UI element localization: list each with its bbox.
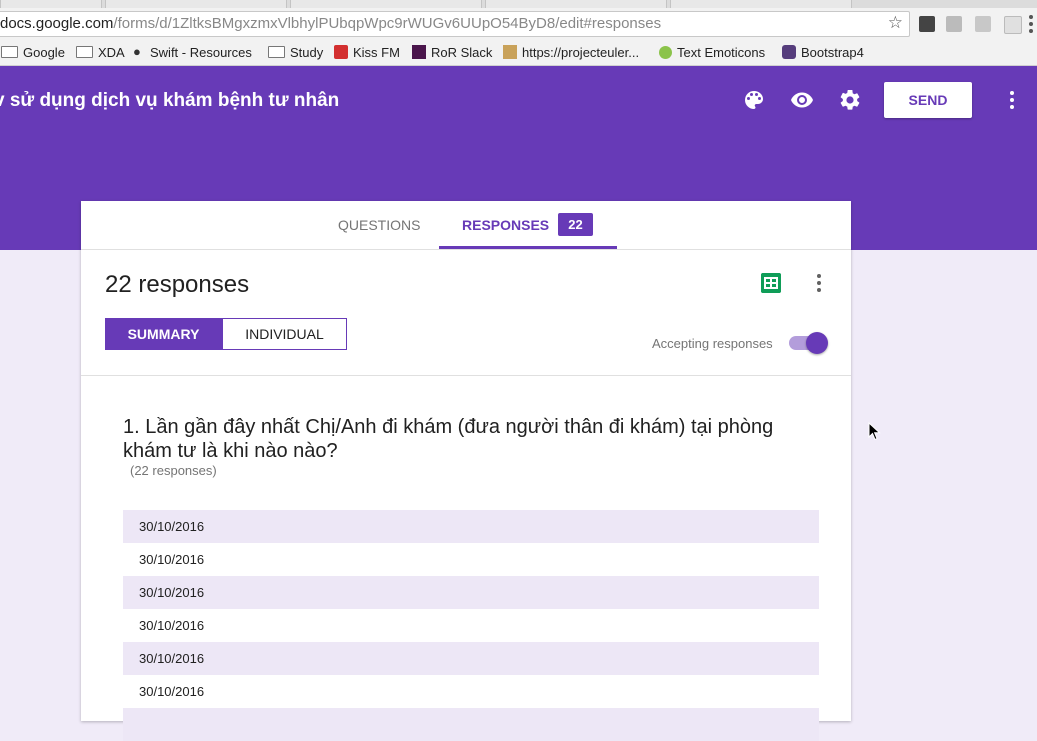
emoticon-icon	[659, 45, 672, 59]
responses-count-title: 22 responses	[105, 271, 250, 298]
folder-icon	[268, 46, 285, 58]
send-button[interactable]: SEND	[884, 82, 972, 118]
answer-row: 30/10/2016	[123, 510, 819, 543]
answer-row: 30/10/2016	[123, 642, 819, 675]
bookmark-xda[interactable]: XDA	[76, 44, 125, 60]
url-host: docs.google.com	[0, 15, 114, 32]
bookmark-google[interactable]: Google	[1, 44, 65, 60]
bookmark-kiss-fm[interactable]: Kiss FM	[334, 44, 400, 60]
answer-row	[123, 708, 819, 741]
palette-icon[interactable]	[742, 88, 766, 112]
answer-row: 30/10/2016	[123, 543, 819, 576]
responses-count-badge: 22	[558, 213, 593, 236]
bootstrap-icon	[782, 45, 796, 59]
browser-tab-strip	[0, 0, 1037, 9]
settings-gear-icon[interactable]	[838, 88, 862, 112]
folder-icon	[1, 46, 18, 58]
extension-icon[interactable]	[975, 16, 991, 32]
tab-questions[interactable]: QUESTIONS	[338, 217, 420, 233]
bookmark-ror-slack[interactable]: RoR Slack	[412, 44, 492, 60]
responses-header: 22 responses SUMMARY INDIVIDUAL Acceptin…	[81, 250, 851, 376]
view-toggle: SUMMARY INDIVIDUAL	[105, 318, 347, 350]
question-title: 1. Lần gần đây nhất Chị/Anh đi khám (đưa…	[123, 416, 774, 462]
address-bar: docs.google.com/forms/d/1ZltksBMgxzmxVlb…	[0, 8, 1037, 40]
project-euler-icon	[503, 45, 517, 59]
answer-row: 30/10/2016	[123, 675, 819, 708]
answer-row: 30/10/2016	[123, 609, 819, 642]
question-response-count: (22 responses)	[130, 463, 217, 478]
bookmarks-bar: Google XDA ● Swift - Resources Study Kiss…	[0, 40, 1037, 66]
extension-icon[interactable]	[946, 16, 962, 32]
individual-button[interactable]: INDIVIDUAL	[222, 318, 347, 350]
kiss-fm-icon	[334, 45, 348, 59]
more-options-icon[interactable]	[1010, 91, 1014, 112]
accepting-responses-toggle[interactable]	[806, 332, 828, 354]
bookmark-text-emoticons[interactable]: Text Emoticons	[659, 44, 765, 60]
summary-button[interactable]: SUMMARY	[105, 318, 222, 350]
bookmark-study[interactable]: Study	[268, 44, 323, 60]
form-title: v sử dụng dịch vụ khám bệnh tư nhân	[0, 90, 340, 111]
accepting-responses-label: Accepting responses	[652, 336, 773, 351]
active-tab-indicator	[439, 246, 617, 249]
preview-eye-icon[interactable]	[790, 88, 814, 112]
responses-more-icon[interactable]	[817, 274, 821, 295]
url-path: /forms/d/1ZltksBMgxzmxVlbhylPUbqpWpc9rWU…	[113, 15, 662, 32]
apple-icon: ●	[133, 44, 141, 59]
folder-icon	[76, 46, 93, 58]
extension-ci-icon[interactable]	[919, 16, 935, 32]
bookmark-swift[interactable]: ● Swift - Resources	[133, 44, 252, 60]
google-sheets-icon[interactable]	[761, 273, 781, 293]
answers-list: 30/10/2016 30/10/2016 30/10/2016 30/10/2…	[123, 510, 819, 741]
bookmark-projecteuler[interactable]: https://projecteuler...	[503, 44, 639, 60]
browser-menu-icon[interactable]	[1029, 15, 1033, 33]
bookmark-star-icon[interactable]: ☆	[888, 13, 903, 33]
answer-row: 30/10/2016	[123, 576, 819, 609]
mouse-cursor-icon	[868, 422, 881, 441]
tabs-bar: QUESTIONS RESPONSES 22	[81, 201, 851, 250]
tab-responses[interactable]: RESPONSES	[462, 217, 549, 233]
url-field[interactable]: docs.google.com/forms/d/1ZltksBMgxzmxVlb…	[0, 11, 910, 37]
bookmark-bootstrap4[interactable]: Bootstrap4	[782, 44, 864, 60]
responses-card: QUESTIONS RESPONSES 22 22 responses SUMM…	[81, 201, 851, 741]
slack-hash-icon	[412, 45, 426, 59]
extension-cube-icon[interactable]	[1004, 16, 1022, 34]
